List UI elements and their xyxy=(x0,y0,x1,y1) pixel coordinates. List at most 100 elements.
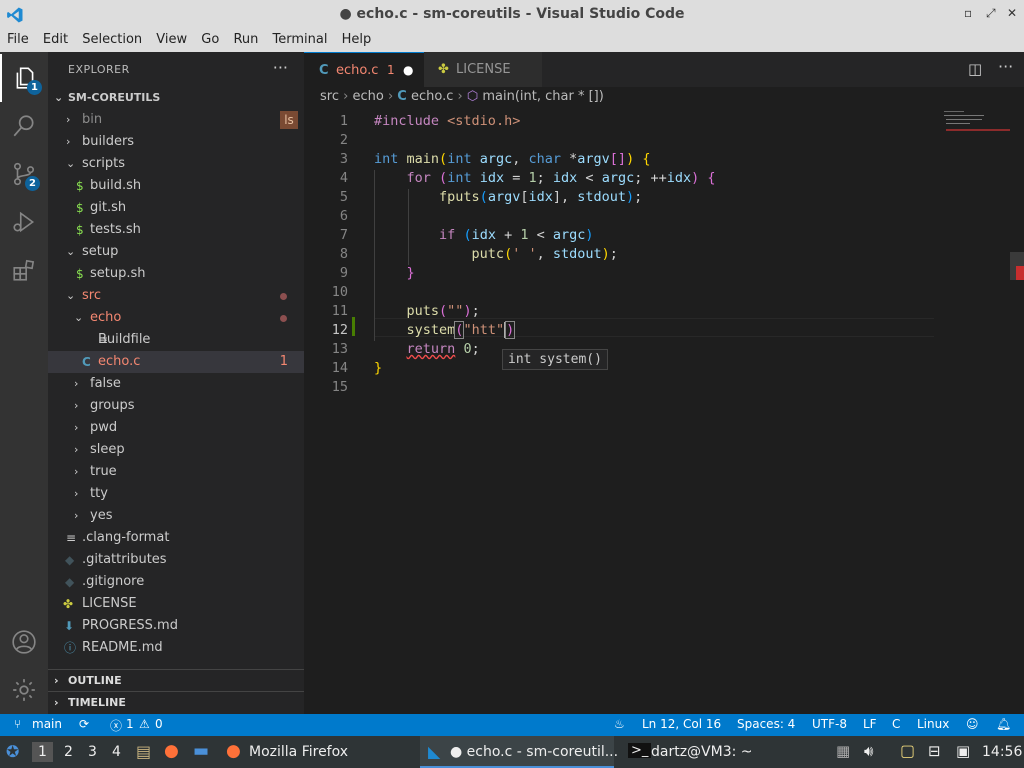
tree-item-clang-format[interactable]: ≡ .clang-format xyxy=(48,527,304,549)
menu-edit[interactable]: Edit xyxy=(43,30,68,50)
platform[interactable]: Linux xyxy=(917,717,949,731)
tree-item-label: .gitattributes xyxy=(82,552,167,567)
tree-item-setup-sh[interactable]: $ setup.sh xyxy=(48,263,304,285)
breadcrumb-echo[interactable]: echo xyxy=(352,89,383,104)
network-icon[interactable]: ⊟ xyxy=(928,742,941,760)
tree-item-readme-md[interactable]: ⓘ README.md xyxy=(48,637,304,659)
c-file-icon: C xyxy=(397,89,407,104)
cursor-position[interactable]: Ln 12, Col 16 xyxy=(642,717,721,731)
tree-item-tests-sh[interactable]: $ tests.sh xyxy=(48,219,304,241)
workspace-2[interactable]: 2 xyxy=(64,744,73,760)
sync-icon[interactable]: ⟳ xyxy=(79,717,89,731)
workspace-1[interactable]: 1 xyxy=(32,742,53,762)
feedback-icon[interactable]: ☺ xyxy=(966,717,979,731)
timeline-section[interactable]: › TIMELINE xyxy=(48,691,304,713)
tree-item-buildfile[interactable]: ≡ Buildfile xyxy=(48,329,304,351)
terminal-window[interactable]: dartz@VM3: ~ xyxy=(651,744,753,760)
tree-item-gitignore[interactable]: ◆ .gitignore xyxy=(48,571,304,593)
line-number: 6 xyxy=(339,208,348,224)
volume-icon[interactable]: 🔊︎ xyxy=(864,742,873,760)
file-manager-icon[interactable]: ▤ xyxy=(136,742,151,761)
workspace-root[interactable]: ⌄ SM-COREUTILS xyxy=(48,87,304,109)
start-menu-icon[interactable]: ✪ xyxy=(6,742,19,761)
tree-item-groups[interactable]: › groups xyxy=(48,395,304,417)
breadcrumb-src[interactable]: src xyxy=(320,89,339,104)
minimap[interactable] xyxy=(940,109,1010,139)
search-button[interactable] xyxy=(0,102,48,150)
tree-item-scripts[interactable]: ⌄ scripts xyxy=(48,153,304,175)
tree-item-yes[interactable]: › yes xyxy=(48,505,304,527)
tree-item-sleep[interactable]: › sleep xyxy=(48,439,304,461)
unsaved-dot-icon[interactable]: ● xyxy=(403,53,413,88)
language-mode[interactable]: C xyxy=(892,717,900,731)
firefox-launcher-icon[interactable]: ● xyxy=(164,741,179,761)
tree-item-git-sh[interactable]: $ git.sh xyxy=(48,197,304,219)
warning-count[interactable]: 0 xyxy=(155,717,163,731)
c-file-icon: C xyxy=(82,355,91,369)
menu-go[interactable]: Go xyxy=(201,30,219,50)
tree-item-bin[interactable]: › bin ls xyxy=(48,109,304,131)
flame-icon[interactable]: ♨ xyxy=(614,717,625,731)
tree-item-gitattributes[interactable]: ◆ .gitattributes xyxy=(48,549,304,571)
clipboard-icon[interactable]: ▢ xyxy=(900,741,915,760)
close-button[interactable]: ✕ xyxy=(1007,6,1017,20)
menu-help[interactable]: Help xyxy=(342,30,372,50)
tree-item-license[interactable]: ✤ LICENSE xyxy=(48,593,304,615)
line-number: 12 xyxy=(331,322,348,338)
end-of-line[interactable]: LF xyxy=(863,717,877,731)
tree-item-src[interactable]: ⌄ src xyxy=(48,285,304,307)
workspace-4[interactable]: 4 xyxy=(112,744,121,760)
tree-item-progress-md[interactable]: ⬇ PROGRESS.md xyxy=(48,615,304,637)
tab-label: LICENSE xyxy=(456,62,511,77)
minimize-button[interactable]: ▫ xyxy=(964,6,972,20)
menu-file[interactable]: File xyxy=(7,30,29,50)
tree-item-label: sleep xyxy=(90,442,125,457)
explorer-button[interactable]: 1 xyxy=(0,54,48,102)
license-icon: ✤ xyxy=(63,597,74,611)
firefox-window[interactable]: Mozilla Firefox xyxy=(249,744,348,760)
bell-icon[interactable]: 🔔︎ xyxy=(996,717,1011,731)
workspace-3[interactable]: 3 xyxy=(88,744,97,760)
tree-item-false[interactable]: › false xyxy=(48,373,304,395)
branch-name[interactable]: main xyxy=(32,717,62,731)
tree-item-echo[interactable]: ⌄ echo xyxy=(48,307,304,329)
outline-section[interactable]: › OUTLINE xyxy=(48,669,304,691)
search-icon xyxy=(13,115,34,137)
notifications-icon[interactable]: ▣ xyxy=(956,742,970,760)
clock[interactable]: 14:56 xyxy=(982,744,1022,760)
extensions-button[interactable] xyxy=(0,246,48,294)
tree-item-tty[interactable]: › tty xyxy=(48,483,304,505)
tab-echo-c[interactable]: C echo.c 1 ● xyxy=(304,52,424,87)
more-actions-button[interactable]: ··· xyxy=(273,58,288,77)
tab-license[interactable]: ✤ LICENSE xyxy=(424,52,542,87)
more-actions-icon[interactable]: ··· xyxy=(998,57,1013,76)
breadcrumb-file[interactable]: echo.c xyxy=(411,89,453,104)
vscode-window[interactable]: ● echo.c - sm-coreutil... xyxy=(450,744,618,760)
tree-item-setup[interactable]: ⌄ setup xyxy=(48,241,304,263)
desktop-icon[interactable]: ▬ xyxy=(193,741,209,761)
tree-item-pwd[interactable]: › pwd xyxy=(48,417,304,439)
menu-terminal[interactable]: Terminal xyxy=(273,30,328,50)
manage-button[interactable] xyxy=(0,666,48,714)
keyboard-icon[interactable]: ▦ xyxy=(836,742,850,760)
run-debug-icon xyxy=(13,211,35,233)
tree-item-true[interactable]: › true xyxy=(48,461,304,483)
tree-item-echo-c[interactable]: C echo.c 1 xyxy=(48,351,304,373)
menu-selection[interactable]: Selection xyxy=(82,30,142,50)
tree-item-build-sh[interactable]: $ build.sh xyxy=(48,175,304,197)
run-debug-button[interactable] xyxy=(0,198,48,246)
source-control-button[interactable]: 2 xyxy=(0,150,48,198)
tree-item-builders[interactable]: › builders xyxy=(48,131,304,153)
accounts-button[interactable] xyxy=(0,618,48,666)
menu-view[interactable]: View xyxy=(156,30,187,50)
problem-count: 1 xyxy=(279,354,288,369)
maximize-button[interactable]: ⤢ xyxy=(986,6,996,21)
split-editor-icon[interactable]: ◫ xyxy=(968,60,982,78)
error-count[interactable]: 1 xyxy=(126,717,134,731)
breadcrumb-symbol[interactable]: main(int, char * []) xyxy=(482,89,603,104)
encoding[interactable]: UTF-8 xyxy=(812,717,847,731)
tree-item-label: tests.sh xyxy=(90,222,141,237)
indentation[interactable]: Spaces: 4 xyxy=(737,717,795,731)
shell-file-icon: $ xyxy=(76,201,84,215)
menu-run[interactable]: Run xyxy=(233,30,258,50)
